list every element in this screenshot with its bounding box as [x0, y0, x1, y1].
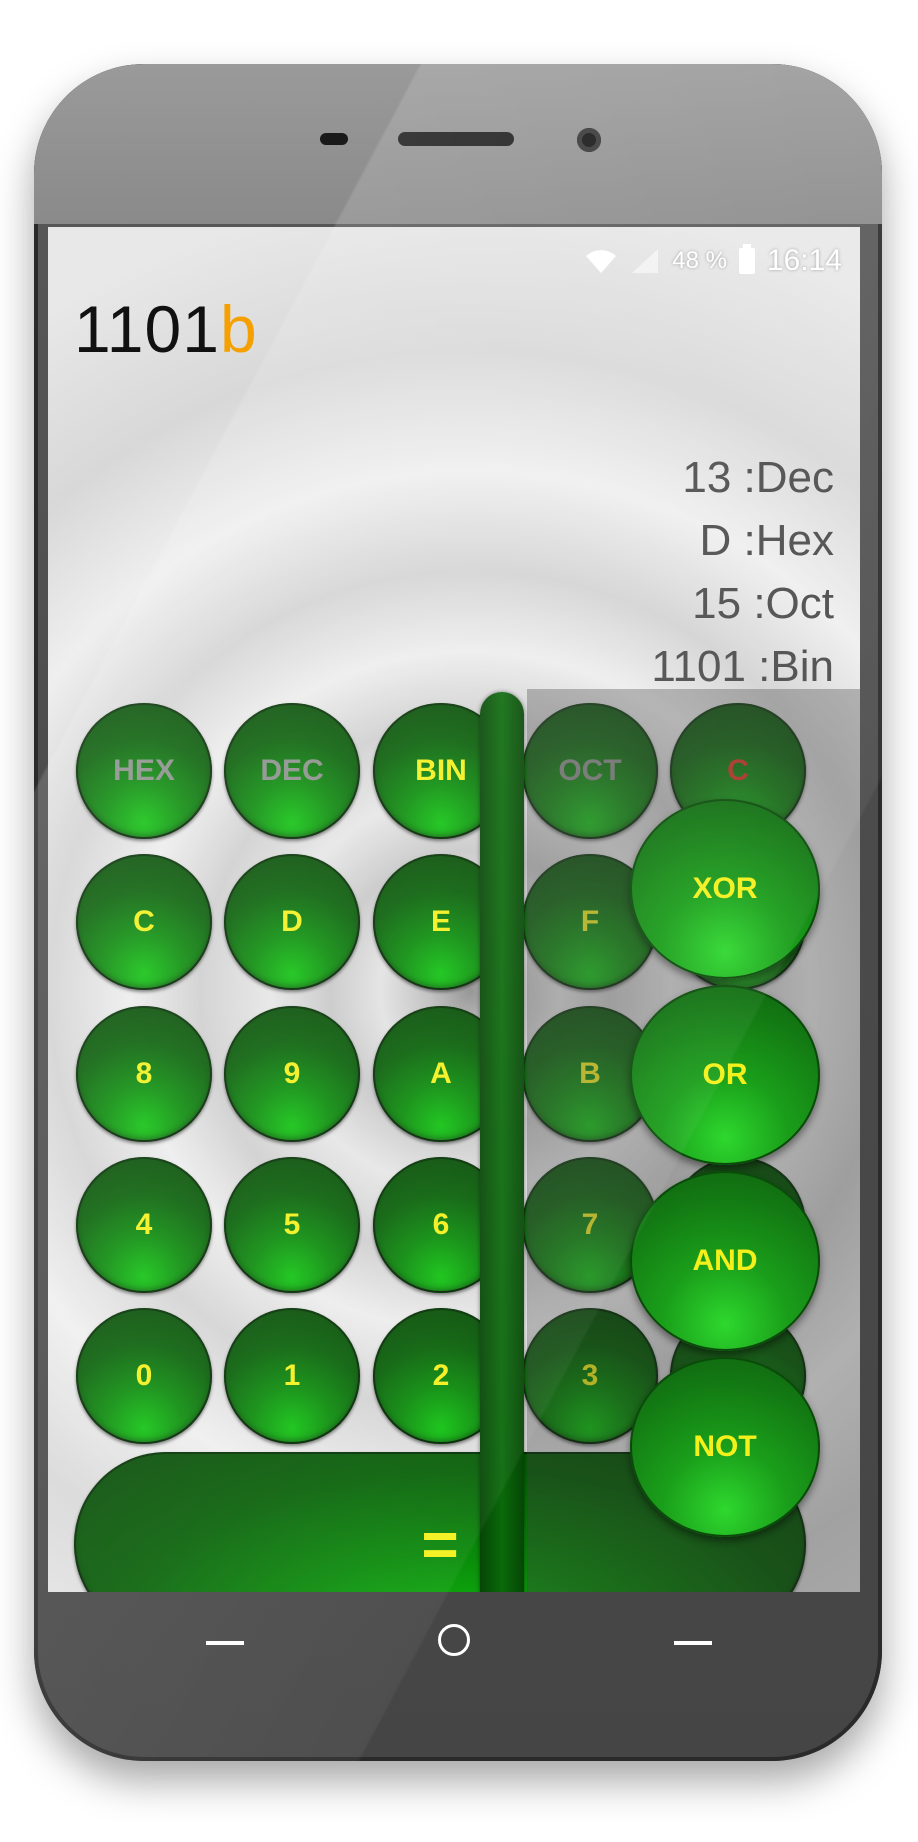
recent-apps-icon[interactable] [674, 1641, 712, 1645]
battery-percent: 48 % [672, 247, 727, 274]
digit-8-button[interactable]: 8 [76, 1006, 212, 1142]
navigation-bar [34, 1584, 882, 1704]
main-display: 1101b [74, 291, 258, 367]
proximity-sensor [320, 133, 348, 145]
digit-9-button[interactable]: 9 [224, 1006, 360, 1142]
signal-icon [632, 249, 659, 273]
digit-5-button[interactable]: 5 [224, 1157, 360, 1293]
phone-frame: 48 % 16:14 1101b 13 :Dec D :Hex 15 :Oct … [34, 64, 882, 1761]
battery-icon [738, 244, 755, 274]
conversion-oct: 15 :Oct [692, 579, 834, 628]
xor-button[interactable]: XOR [630, 799, 820, 979]
app-screen: 48 % 16:14 1101b 13 :Dec D :Hex 15 :Oct … [48, 227, 860, 1592]
status-bar: 48 % 16:14 [584, 239, 842, 283]
or-button[interactable]: OR [630, 985, 820, 1165]
digit-c-button[interactable]: C [76, 854, 212, 990]
conversion-hex: D :Hex [699, 516, 834, 565]
digit-d-button[interactable]: D [224, 854, 360, 990]
wifi-icon [586, 250, 617, 273]
display-suffix: b [219, 292, 258, 366]
home-icon[interactable] [438, 1624, 470, 1656]
conversion-dec: 13 :Dec [682, 453, 834, 502]
front-camera [577, 128, 601, 152]
not-button[interactable]: NOT [630, 1357, 820, 1537]
earpiece-speaker [398, 132, 514, 146]
hex-mode-button[interactable]: HEX [76, 703, 212, 839]
and-button[interactable]: AND [630, 1171, 820, 1351]
dec-mode-button[interactable]: DEC [224, 703, 360, 839]
display-value: 1101 [74, 292, 220, 366]
conversion-bin: 1101 :Bin [651, 642, 834, 691]
back-icon[interactable] [206, 1641, 244, 1645]
status-time: 16:14 [766, 244, 842, 277]
digit-1-button[interactable]: 1 [224, 1308, 360, 1444]
digit-4-button[interactable]: 4 [76, 1157, 212, 1293]
drawer-handle[interactable] [480, 692, 524, 1592]
digit-0-button[interactable]: 0 [76, 1308, 212, 1444]
